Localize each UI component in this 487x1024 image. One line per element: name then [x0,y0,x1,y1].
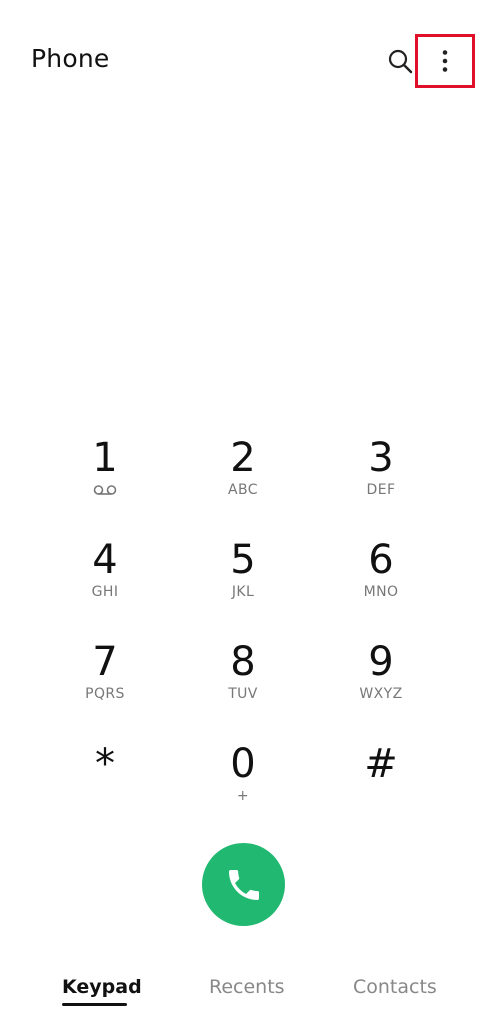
key-letters: PQRS [85,686,125,702]
key-digit: 7 [92,639,118,685]
key-digit: * [95,741,115,787]
key-5[interactable]: 5 JKL [174,530,312,632]
key-digit: 1 [92,435,118,481]
key-star[interactable]: * [36,734,174,836]
key-8[interactable]: 8 TUV [174,632,312,734]
search-button[interactable] [384,45,416,77]
key-letters: GHI [91,584,119,600]
key-digit: 6 [368,537,394,583]
key-letters: ABC [228,482,258,498]
key-letters: TUV [228,686,258,702]
key-digit: 5 [230,537,256,583]
key-digit: 3 [368,435,394,481]
key-7[interactable]: 7 PQRS [36,632,174,734]
call-button[interactable] [202,843,285,926]
key-letters: DEF [366,482,396,498]
key-3[interactable]: 3 DEF [312,428,450,530]
tab-keypad[interactable]: Keypad [62,976,142,998]
key-0[interactable]: 0 + [174,734,312,836]
key-digit: 0 [230,741,256,787]
phone-icon [228,869,259,900]
more-options-button[interactable] [415,34,475,88]
key-hash[interactable]: # [312,734,450,836]
key-digit: 9 [368,639,394,685]
key-6[interactable]: 6 MNO [312,530,450,632]
search-icon [388,49,413,74]
key-letters: WXYZ [359,686,403,702]
key-digit: # [364,741,398,787]
key-letters: JKL [231,584,255,600]
key-1[interactable]: 1 [36,428,174,530]
key-digit: 8 [230,639,256,685]
key-2[interactable]: 2 ABC [174,428,312,530]
key-4[interactable]: 4 GHI [36,530,174,632]
more-vertical-icon [442,50,448,72]
key-digit: 4 [92,537,118,583]
key-letters: MNO [363,584,399,600]
tab-contacts[interactable]: Contacts [353,976,437,998]
app-header: Phone [0,0,487,124]
tab-recents[interactable]: Recents [209,976,285,998]
page-title: Phone [31,44,110,73]
active-tab-indicator [62,1003,127,1006]
key-9[interactable]: 9 WXYZ [312,632,450,734]
voicemail-icon [93,485,117,495]
key-letters: + [236,788,250,804]
bottom-tab-bar: Keypad Recents Contacts [0,970,487,1010]
dial-keypad: 1 2 ABC 3 DEF 4 GHI 5 JKL 6 MNO 7 PQRS 8… [36,428,450,836]
key-digit: 2 [230,435,256,481]
